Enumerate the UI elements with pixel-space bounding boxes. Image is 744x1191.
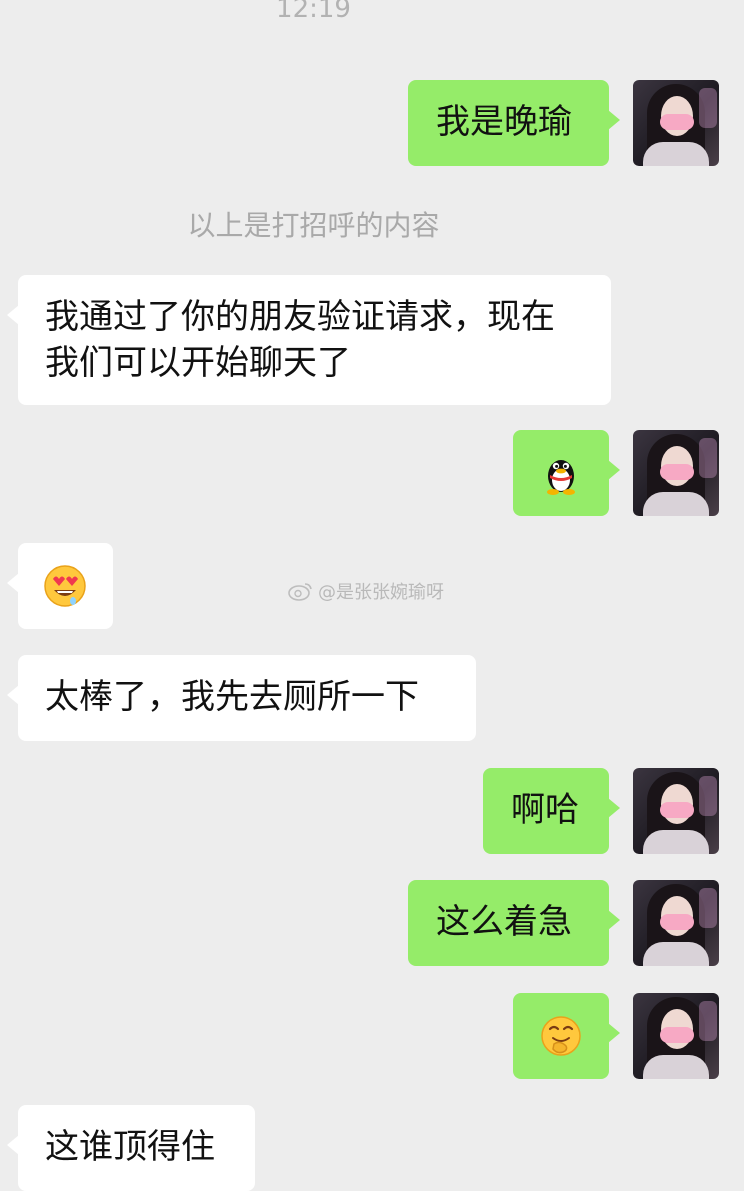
message-bubble-sent[interactable]: 这么着急 — [408, 880, 620, 966]
avatar[interactable] — [633, 880, 719, 966]
heart-eyes-emoji-icon — [44, 565, 86, 607]
avatar[interactable] — [633, 768, 719, 854]
message-text: 太棒了，我先去厕所一下 — [45, 677, 419, 717]
message-bubble-received[interactable]: 这谁顶得住 — [7, 1105, 255, 1191]
message-text: 这么着急 — [436, 902, 572, 942]
message-bubble-received-sticker[interactable] — [7, 543, 113, 629]
avatar[interactable] — [633, 80, 719, 166]
message-bubble-sent-sticker[interactable] — [513, 993, 620, 1079]
watermark-text: @是张张婉瑜呀 — [318, 582, 444, 603]
avatar[interactable] — [633, 993, 719, 1079]
watermark: @是张张婉瑜呀 — [288, 578, 444, 604]
message-bubble-received[interactable]: 我通过了你的朋友验证请求，现在 我们可以开始聊天了 — [7, 275, 611, 405]
system-note: 以上是打招呼的内容 — [187, 209, 440, 242]
message-text: 我是晚瑜 — [436, 102, 572, 142]
message-text: 啊哈 — [511, 790, 579, 830]
message-bubble-sent[interactable]: 我是晚瑜 — [408, 80, 620, 166]
avatar[interactable] — [633, 430, 719, 516]
message-text-line-1: 我通过了你的朋友验证请求，现在 — [45, 297, 555, 337]
message-text-line-2: 我们可以开始聊天了 — [45, 343, 351, 383]
message-bubble-received[interactable]: 太棒了，我先去厕所一下 — [7, 655, 476, 741]
chat-timestamp: 12:19 — [276, 0, 351, 24]
message-bubble-sent-sticker[interactable] — [513, 430, 620, 516]
qq-penguin-icon — [547, 460, 575, 495]
message-text: 这谁顶得住 — [45, 1127, 215, 1167]
message-bubble-sent[interactable]: 啊哈 — [483, 768, 620, 854]
laughing-hand-emoji-icon — [541, 1016, 581, 1056]
weibo-icon — [288, 583, 312, 601]
